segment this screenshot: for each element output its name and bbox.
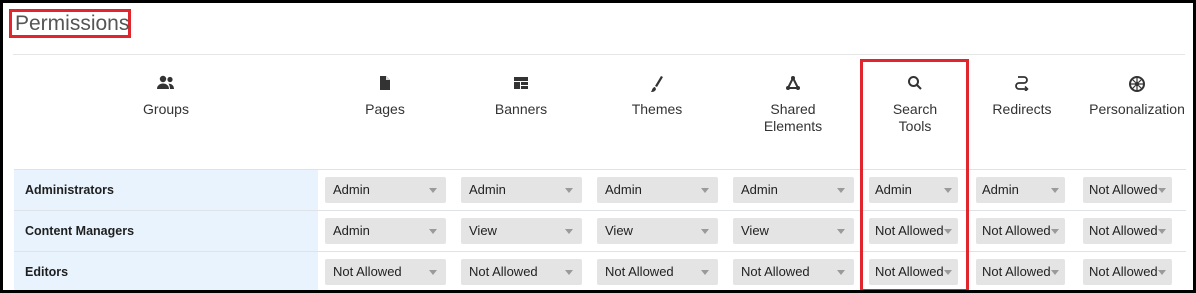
chevron-down-icon — [1051, 229, 1059, 234]
select-value: Not Allowed — [605, 264, 674, 279]
permission-select-pages[interactable]: Not Allowed — [325, 259, 446, 285]
permission-select-themes[interactable]: Admin — [597, 177, 718, 203]
chevron-down-icon — [1051, 188, 1059, 193]
search-icon — [855, 75, 975, 101]
permission-select-personalization[interactable]: Not Allowed — [1083, 259, 1172, 285]
select-value: Not Allowed — [1089, 223, 1158, 238]
column-label-line1: Shared — [770, 101, 816, 117]
select-value: Not Allowed — [741, 264, 810, 279]
column-label-line2: Elements — [763, 118, 823, 134]
permission-select-search-tools[interactable]: Admin — [869, 177, 958, 203]
chevron-down-icon — [1158, 188, 1166, 193]
column-header-themes: Themes — [597, 75, 717, 118]
permission-select-redirects[interactable]: Not Allowed — [976, 218, 1065, 244]
select-value: Not Allowed — [469, 264, 538, 279]
page-title: Permissions — [9, 9, 131, 38]
permission-select-pages[interactable]: Admin — [325, 177, 446, 203]
permission-select-shared-elements[interactable]: Admin — [733, 177, 854, 203]
row-divider — [14, 169, 1186, 170]
groups-icon — [106, 75, 226, 101]
select-value: Admin — [333, 223, 370, 238]
select-value: Admin — [469, 182, 506, 197]
column-label: Themes — [631, 101, 683, 117]
select-value: View — [741, 223, 769, 238]
group-name-content-managers: Content Managers — [25, 224, 135, 238]
select-value: Admin — [741, 182, 778, 197]
brush-icon — [597, 75, 717, 101]
permission-select-banners[interactable]: View — [461, 218, 582, 244]
chevron-down-icon — [944, 188, 952, 193]
row-divider — [14, 210, 1186, 211]
chevron-down-icon — [1051, 270, 1059, 275]
title-divider — [13, 54, 1185, 55]
redirect-icon — [962, 75, 1082, 101]
column-label: Redirects — [992, 101, 1052, 117]
page-icon — [325, 75, 445, 101]
select-value: Not Allowed — [982, 264, 1051, 279]
permission-select-banners[interactable]: Admin — [461, 177, 582, 203]
permission-select-search-tools[interactable]: Not Allowed — [869, 218, 958, 244]
select-value: Not Allowed — [875, 223, 944, 238]
column-label: Groups — [143, 101, 189, 117]
chevron-down-icon — [944, 270, 952, 275]
chevron-down-icon — [1158, 229, 1166, 234]
select-value: Not Allowed — [1089, 264, 1158, 279]
chevron-down-icon — [1158, 270, 1166, 275]
column-header-banners: Banners — [461, 75, 581, 118]
column-header-groups: Groups — [106, 75, 226, 118]
column-label-line1: Search — [892, 101, 938, 117]
permission-select-redirects[interactable]: Not Allowed — [976, 259, 1065, 285]
permission-select-themes[interactable]: Not Allowed — [597, 259, 718, 285]
select-value: View — [605, 223, 633, 238]
select-value: Admin — [982, 182, 1019, 197]
chevron-down-icon — [837, 270, 845, 275]
chevron-down-icon — [429, 229, 437, 234]
personalization-icon — [1077, 75, 1193, 101]
permission-select-pages[interactable]: Admin — [325, 218, 446, 244]
banner-icon — [461, 75, 581, 101]
shared-elements-icon — [733, 75, 853, 101]
chevron-down-icon — [701, 270, 709, 275]
chevron-down-icon — [837, 188, 845, 193]
column-header-pages: Pages — [325, 75, 445, 118]
column-label: Personalization — [1089, 101, 1185, 117]
permission-select-shared-elements[interactable]: View — [733, 218, 854, 244]
select-value: Admin — [333, 182, 370, 197]
chevron-down-icon — [701, 229, 709, 234]
chevron-down-icon — [565, 270, 573, 275]
chevron-down-icon — [837, 229, 845, 234]
permission-select-search-tools[interactable]: Not Allowed — [869, 259, 958, 285]
column-header-redirects: Redirects — [962, 75, 1082, 118]
permission-select-themes[interactable]: View — [597, 218, 718, 244]
column-label-line2: Tools — [898, 118, 932, 134]
column-label: Banners — [494, 101, 548, 117]
chevron-down-icon — [429, 188, 437, 193]
select-value: Not Allowed — [1089, 182, 1158, 197]
column-label: Pages — [365, 101, 405, 117]
select-value: Admin — [875, 182, 912, 197]
select-value: View — [469, 223, 497, 238]
select-value: Not Allowed — [982, 223, 1051, 238]
select-value: Admin — [605, 182, 642, 197]
group-name-administrators: Administrators — [25, 183, 114, 197]
chevron-down-icon — [429, 270, 437, 275]
permissions-panel: Permissions Groups Pages Banners Themes … — [0, 0, 1196, 293]
column-header-personalization: Personalization — [1077, 75, 1193, 118]
row-divider — [14, 251, 1186, 252]
permission-select-shared-elements[interactable]: Not Allowed — [733, 259, 854, 285]
permission-select-redirects[interactable]: Admin — [976, 177, 1065, 203]
select-value: Not Allowed — [333, 264, 402, 279]
chevron-down-icon — [944, 229, 952, 234]
group-name-editors: Editors — [25, 265, 69, 279]
permission-select-personalization[interactable]: Not Allowed — [1083, 177, 1172, 203]
permission-select-banners[interactable]: Not Allowed — [461, 259, 582, 285]
column-header-shared-elements: Shared Elements — [733, 75, 853, 135]
chevron-down-icon — [701, 188, 709, 193]
chevron-down-icon — [565, 188, 573, 193]
select-value: Not Allowed — [875, 264, 944, 279]
permission-select-personalization[interactable]: Not Allowed — [1083, 218, 1172, 244]
chevron-down-icon — [565, 229, 573, 234]
column-header-search-tools: Search Tools — [855, 75, 975, 135]
